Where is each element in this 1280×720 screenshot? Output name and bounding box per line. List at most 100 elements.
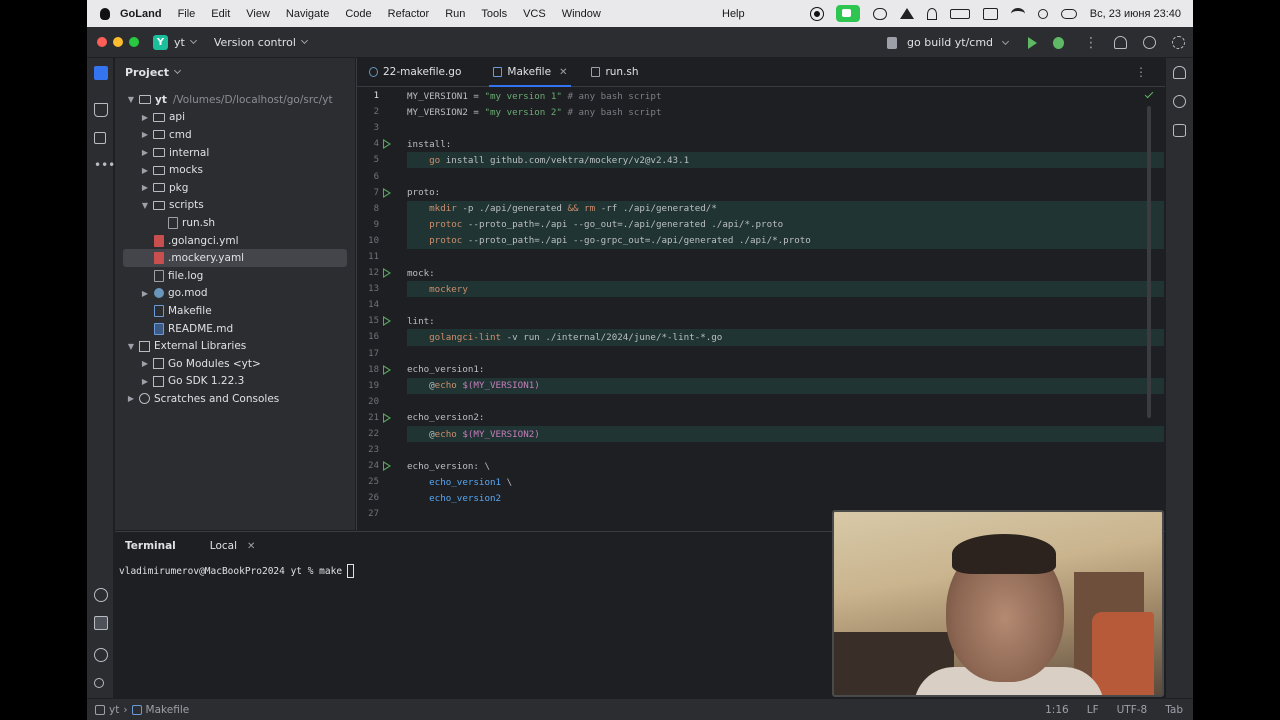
run-target-gutter-icon[interactable]	[383, 412, 391, 423]
run-target-gutter-icon[interactable]	[383, 364, 391, 375]
expand-arrow-icon[interactable]: ▶	[139, 375, 151, 387]
menu-window[interactable]: Window	[562, 8, 601, 20]
more-tools-icon[interactable]: •••	[94, 158, 115, 172]
notifications-icon[interactable]	[1173, 66, 1186, 79]
clock[interactable]: Вс, 23 июня 23:40	[1090, 8, 1181, 20]
search-icon[interactable]	[1037, 8, 1048, 19]
code-line[interactable]: 7 proto:	[357, 185, 1166, 201]
expand-arrow-icon[interactable]: ▼	[125, 94, 137, 106]
settings-gear-icon[interactable]	[1172, 36, 1185, 49]
menu-vcs[interactable]: VCS	[523, 8, 546, 20]
expand-arrow-icon[interactable]: ▶	[139, 287, 151, 299]
record-icon[interactable]	[810, 7, 823, 20]
more-actions-icon[interactable]: ⋮	[1084, 35, 1098, 51]
vcs-widget[interactable]: Version control	[214, 36, 296, 49]
code-line[interactable]: 6	[357, 168, 1166, 184]
code-line[interactable]: 11	[357, 249, 1166, 265]
breadcrumb-root[interactable]: yt	[109, 704, 119, 716]
project-panel-title[interactable]: Project	[125, 66, 169, 79]
menu-navigate[interactable]: Navigate	[286, 8, 329, 20]
run-target-gutter-icon[interactable]	[383, 461, 391, 472]
debug-icon[interactable]	[1053, 36, 1065, 49]
code-line[interactable]: 23	[357, 442, 1166, 458]
tree-item[interactable]: .golangci.yml	[115, 232, 355, 250]
menu-file[interactable]: File	[178, 8, 196, 20]
structure-icon[interactable]	[94, 132, 106, 144]
services-icon[interactable]	[94, 588, 108, 602]
breadcrumb-file[interactable]: Makefile	[146, 704, 190, 716]
expand-arrow-icon[interactable]: ▶	[139, 111, 151, 123]
database-icon[interactable]	[1173, 124, 1186, 137]
tree-item[interactable]: ▶ go.mod	[115, 285, 355, 303]
tree-go-modules[interactable]: ▶ Go Modules <yt>	[115, 355, 355, 373]
code-line[interactable]: 25 echo_version1 \	[357, 474, 1166, 490]
code-line[interactable]: 15 lint:	[357, 313, 1166, 329]
tree-item[interactable]: ▶ mocks	[115, 161, 355, 179]
zoom-window-button[interactable]	[129, 37, 139, 47]
tab-22-makefile-go[interactable]: 22-makefile.go	[359, 58, 471, 87]
code-line[interactable]: 13 mockery	[357, 281, 1166, 298]
ai-assistant-icon[interactable]	[1173, 95, 1186, 108]
expand-arrow-icon[interactable]: ▶	[139, 164, 151, 176]
expand-arrow-icon[interactable]: ▶	[139, 129, 151, 141]
tree-go-sdk[interactable]: ▶ Go SDK 1.22.3	[115, 373, 355, 391]
line-separator-widget[interactable]: LF	[1087, 704, 1099, 716]
git-icon[interactable]	[94, 678, 104, 688]
tree-item[interactable]: ▶ cmd	[115, 126, 355, 144]
facetime-icon[interactable]	[835, 5, 860, 22]
telegram-icon[interactable]	[899, 8, 914, 19]
tree-root-yt[interactable]: ▼ yt /Volumes/D/localhost/go/src/yt	[115, 91, 355, 109]
code-line[interactable]: 10 protoc --proto_path=./api --go-grpc_o…	[357, 232, 1166, 249]
wifi-icon[interactable]	[1010, 7, 1025, 20]
code-line[interactable]: 5 go install github.com/vektra/mockery/v…	[357, 152, 1166, 169]
battery-icon[interactable]	[949, 8, 970, 19]
menu-refactor[interactable]: Refactor	[388, 8, 430, 20]
caret-position[interactable]: 1:16	[1045, 704, 1069, 716]
code-line[interactable]: 3	[357, 120, 1166, 136]
tab-actions-icon[interactable]: ⋮	[1135, 65, 1147, 79]
tree-item[interactable]: ▼ scripts	[115, 197, 355, 215]
terminal-tab-local[interactable]: Local	[210, 540, 237, 552]
project-badge-icon[interactable]: Y	[153, 34, 168, 50]
menu-view[interactable]: View	[246, 8, 270, 20]
expand-arrow-icon[interactable]: ▶	[125, 393, 137, 405]
control-center-icon[interactable]	[1060, 8, 1077, 19]
code-line[interactable]: 12 mock:	[357, 265, 1166, 281]
expand-arrow-icon[interactable]: ▶	[139, 182, 151, 194]
run-target-gutter-icon[interactable]	[383, 268, 391, 279]
tree-item[interactable]: run.sh	[115, 214, 355, 232]
tree-external-libraries[interactable]: ▼ External Libraries	[115, 337, 355, 355]
code-line[interactable]: 26 echo_version2	[357, 490, 1166, 506]
code-line[interactable]: 24 echo_version: \	[357, 458, 1166, 474]
expand-arrow-icon[interactable]: ▶	[139, 358, 151, 370]
terminal-prompt-line[interactable]: vladimirumerov@MacBookPro2024 yt % make	[119, 564, 355, 578]
run-target-gutter-icon[interactable]	[383, 316, 391, 327]
run-icon[interactable]	[1028, 36, 1038, 49]
menu-edit[interactable]: Edit	[211, 8, 230, 20]
close-tab-icon[interactable]: ✕	[559, 67, 567, 78]
project-panel-header[interactable]: Project	[115, 58, 355, 86]
code-line[interactable]: 9 protoc --proto_path=./api --go_out=./a…	[357, 216, 1166, 233]
menu-code[interactable]: Code	[345, 8, 371, 20]
apple-icon[interactable]	[100, 7, 110, 20]
tree-item[interactable]: README.md	[115, 320, 355, 338]
tree-item[interactable]: ▶ pkg	[115, 179, 355, 197]
tree-item[interactable]: file.log	[115, 267, 355, 285]
code-line[interactable]: 4 install:	[357, 136, 1166, 152]
close-window-button[interactable]	[97, 37, 107, 47]
menu-help[interactable]: Help	[722, 8, 745, 20]
menu-run[interactable]: Run	[445, 8, 465, 20]
run-target-gutter-icon[interactable]	[383, 187, 391, 198]
project-switcher[interactable]: yt	[174, 36, 185, 49]
tree-item[interactable]: ▶ internal	[115, 144, 355, 162]
expand-arrow-icon[interactable]: ▶	[139, 147, 151, 159]
problems-icon[interactable]	[94, 648, 108, 662]
code-line[interactable]: 1 MY_VERSION1 = "my version 1" # any bash…	[357, 88, 1166, 104]
run-target-gutter-icon[interactable]	[383, 139, 391, 150]
terminal-tool-icon[interactable]	[94, 616, 108, 630]
code-line[interactable]: 22 @echo $(MY_VERSION2)	[357, 425, 1166, 443]
tree-item[interactable]: Makefile	[115, 302, 355, 320]
keyboard-layout-icon[interactable]	[982, 7, 998, 20]
menu-tools[interactable]: Tools	[481, 8, 507, 20]
expand-arrow-icon[interactable]: ▼	[125, 340, 137, 352]
